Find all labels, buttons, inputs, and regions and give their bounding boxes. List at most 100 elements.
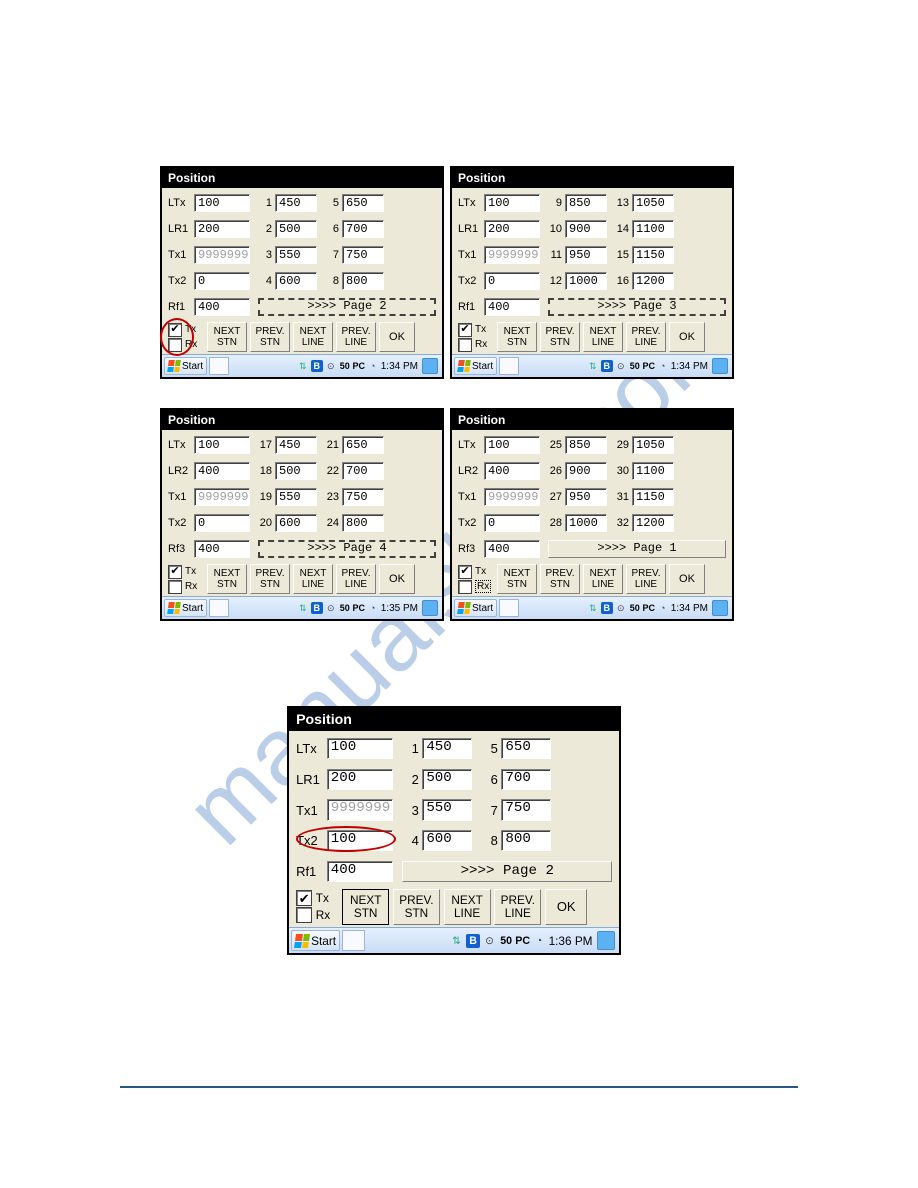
cell-input[interactable]: 900 [565, 462, 607, 480]
show-desktop-icon[interactable] [712, 600, 728, 616]
cell-input[interactable]: 700 [342, 220, 384, 238]
value-input[interactable]: 400 [194, 540, 250, 558]
ok-button[interactable]: OK [669, 322, 705, 352]
value-input[interactable]: 100 [194, 194, 250, 212]
nav-button[interactable]: NEXT STN [342, 889, 389, 924]
checkbox[interactable] [168, 580, 182, 594]
rx-checkbox[interactable]: Rx [168, 338, 204, 352]
cell-input[interactable]: 1150 [632, 488, 674, 506]
cell-input[interactable]: 800 [342, 514, 384, 532]
tx-checkbox[interactable]: ✔Tx [458, 323, 494, 337]
cell-input[interactable]: 600 [275, 272, 317, 290]
value-input[interactable]: 200 [484, 220, 540, 238]
value-input[interactable]: 9999999 [194, 246, 250, 264]
checkbox[interactable]: ✔ [168, 565, 182, 579]
cell-input[interactable]: 500 [275, 220, 317, 238]
checkbox[interactable] [168, 338, 182, 352]
nav-button[interactable]: PREV. STN [540, 564, 580, 594]
nav-button[interactable]: NEXT LINE [583, 564, 623, 594]
value-input[interactable]: 400 [484, 298, 540, 316]
nav-button[interactable]: PREV. LINE [494, 889, 541, 924]
cell-input[interactable]: 1200 [632, 514, 674, 532]
cell-input[interactable]: 1150 [632, 246, 674, 264]
value-input[interactable]: 100 [484, 194, 540, 212]
cell-input[interactable]: 700 [501, 769, 551, 790]
rx-checkbox[interactable]: Rx [296, 907, 338, 923]
cell-input[interactable]: 950 [565, 246, 607, 264]
cell-input[interactable]: 450 [422, 738, 472, 759]
nav-button[interactable]: NEXT LINE [583, 322, 623, 352]
checkbox[interactable]: ✔ [168, 323, 182, 337]
value-input[interactable]: 0 [194, 272, 250, 290]
nav-button[interactable]: PREV. STN [540, 322, 580, 352]
nav-button[interactable]: NEXT STN [497, 564, 537, 594]
task-slot[interactable] [499, 357, 519, 375]
value-input[interactable]: 200 [327, 769, 393, 790]
cell-input[interactable]: 1050 [632, 194, 674, 212]
start-button[interactable]: Start [291, 930, 340, 951]
rx-checkbox[interactable]: Rx [168, 580, 204, 594]
page-button[interactable]: >>>> Page 1 [548, 540, 726, 558]
cell-input[interactable]: 550 [275, 488, 317, 506]
start-button[interactable]: Start [454, 599, 497, 617]
nav-button[interactable]: PREV. STN [250, 322, 290, 352]
ok-button[interactable]: OK [379, 322, 415, 352]
page-button[interactable]: >>>> Page 4 [258, 540, 436, 558]
value-input[interactable]: 400 [194, 298, 250, 316]
value-input[interactable]: 0 [484, 272, 540, 290]
nav-button[interactable]: PREV. LINE [336, 322, 376, 352]
value-input[interactable]: 0 [484, 514, 540, 532]
page-button[interactable]: >>>> Page 2 [402, 861, 612, 882]
nav-button[interactable]: PREV. LINE [626, 564, 666, 594]
show-desktop-icon[interactable] [597, 931, 616, 950]
ok-button[interactable]: OK [669, 564, 705, 594]
cell-input[interactable]: 550 [422, 799, 472, 820]
cell-input[interactable]: 1000 [565, 514, 607, 532]
cell-input[interactable]: 750 [501, 799, 551, 820]
value-input[interactable]: 9999999 [327, 799, 393, 820]
ok-button[interactable]: OK [379, 564, 415, 594]
value-input[interactable]: 100 [484, 436, 540, 454]
value-input[interactable]: 100 [327, 738, 393, 759]
cell-input[interactable]: 750 [342, 488, 384, 506]
value-input[interactable]: 400 [194, 462, 250, 480]
checkbox[interactable] [458, 338, 472, 352]
nav-button[interactable]: PREV. STN [250, 564, 290, 594]
start-button[interactable]: Start [454, 357, 497, 375]
cell-input[interactable]: 650 [342, 194, 384, 212]
value-input[interactable]: 100 [327, 830, 393, 851]
show-desktop-icon[interactable] [422, 358, 438, 374]
checkbox[interactable]: ✔ [458, 323, 472, 337]
rx-checkbox[interactable]: Rx [458, 338, 494, 352]
task-slot[interactable] [209, 599, 229, 617]
cell-input[interactable]: 500 [275, 462, 317, 480]
cell-input[interactable]: 650 [342, 436, 384, 454]
cell-input[interactable]: 700 [342, 462, 384, 480]
checkbox[interactable]: ✔ [296, 890, 312, 906]
task-slot[interactable] [342, 930, 365, 951]
rx-checkbox[interactable]: Rx [458, 580, 494, 594]
nav-button[interactable]: NEXT STN [207, 322, 247, 352]
start-button[interactable]: Start [164, 599, 207, 617]
tx-checkbox[interactable]: ✔Tx [296, 890, 338, 906]
start-button[interactable]: Start [164, 357, 207, 375]
show-desktop-icon[interactable] [712, 358, 728, 374]
show-desktop-icon[interactable] [422, 600, 438, 616]
page-button[interactable]: >>>> Page 2 [258, 298, 436, 316]
value-input[interactable]: 9999999 [484, 488, 540, 506]
cell-input[interactable]: 950 [565, 488, 607, 506]
tx-checkbox[interactable]: ✔Tx [458, 565, 494, 579]
nav-button[interactable]: NEXT LINE [444, 889, 491, 924]
cell-input[interactable]: 600 [422, 830, 472, 851]
ok-button[interactable]: OK [545, 889, 587, 924]
nav-button[interactable]: NEXT STN [497, 322, 537, 352]
tx-checkbox[interactable]: ✔Tx [168, 323, 204, 337]
nav-button[interactable]: NEXT LINE [293, 564, 333, 594]
task-slot[interactable] [209, 357, 229, 375]
nav-button[interactable]: PREV. LINE [626, 322, 666, 352]
checkbox[interactable]: ✔ [458, 565, 472, 579]
cell-input[interactable]: 850 [565, 436, 607, 454]
cell-input[interactable]: 500 [422, 769, 472, 790]
value-input[interactable]: 400 [327, 861, 393, 882]
nav-button[interactable]: PREV. LINE [336, 564, 376, 594]
